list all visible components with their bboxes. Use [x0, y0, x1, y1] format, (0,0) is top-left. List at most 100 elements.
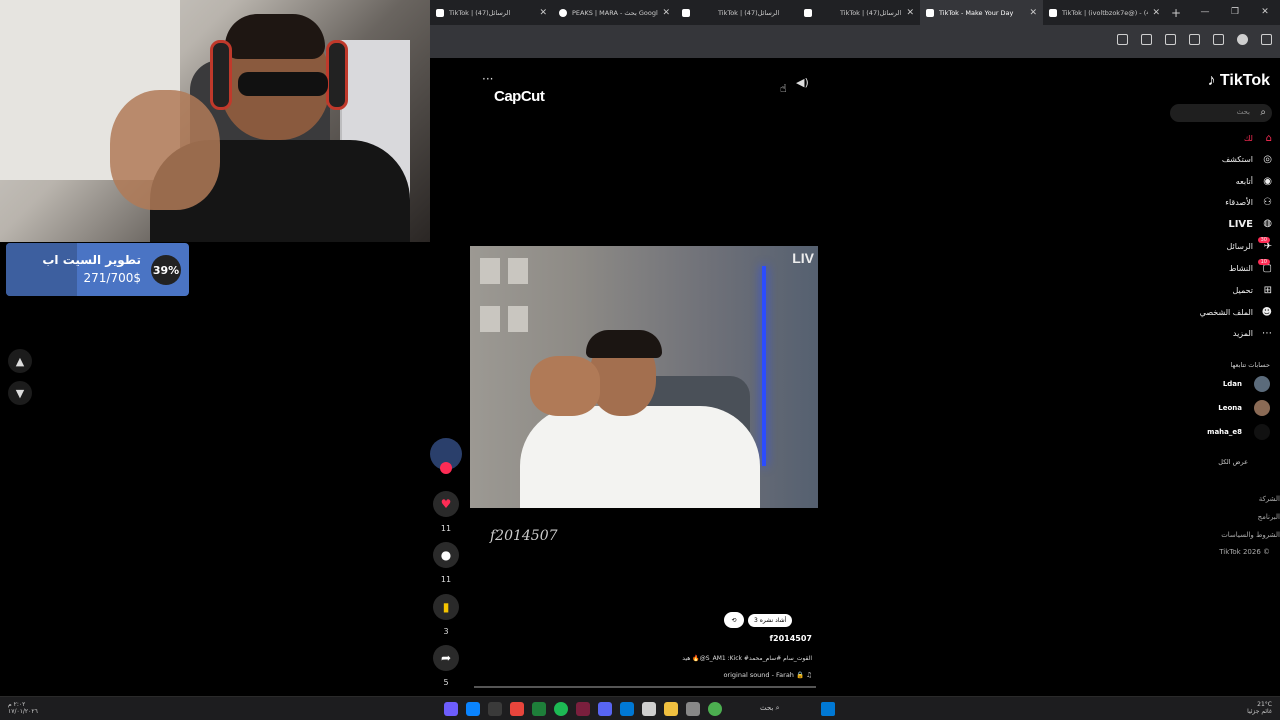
sidebar-item-messages[interactable]: ✈ 30 الرسائل [1170, 237, 1272, 252]
tab-label: TikTok - Make Your Day [939, 8, 1014, 17]
avatar [1254, 400, 1270, 416]
sidebar-item-profile[interactable]: ☻ الملف الشخصي [1170, 307, 1272, 318]
taskbar-weather[interactable]: 21°C غائم جزئيا [1247, 701, 1272, 715]
share-button[interactable]: ➦ [433, 645, 459, 671]
media-control-icon[interactable] [1213, 34, 1224, 45]
see-all-label: عرض الكل [1218, 458, 1248, 466]
following-account[interactable]: Ldan [1170, 376, 1270, 392]
discord-icon[interactable] [444, 702, 458, 716]
follow-check-icon[interactable] [440, 462, 452, 474]
sidebar-item-following[interactable]: ◉ أتابعه [1170, 176, 1272, 187]
browser-tab[interactable]: PEAKS | MARA - بحث Google ✕ [553, 0, 676, 25]
browser-tab[interactable]: TikTok | (47)الرسائل [712, 0, 798, 25]
video-sound[interactable]: original sound - Farah 🔒 ♫ [630, 671, 812, 679]
spotify-icon[interactable] [554, 702, 568, 716]
video-progress-bar[interactable] [474, 686, 816, 688]
close-tab-icon[interactable]: ✕ [1029, 8, 1037, 18]
sidebar-item-upload[interactable]: ⊞ تحميل [1170, 285, 1273, 296]
video-frame[interactable]: LIV [470, 246, 818, 508]
install-app-icon[interactable] [1141, 34, 1152, 45]
chrome-icon[interactable] [510, 702, 524, 716]
store-icon[interactable] [642, 702, 656, 716]
volume-icon[interactable]: ◀) [796, 76, 809, 89]
video-author[interactable]: f2014507 [750, 634, 812, 643]
share-arrow-icon: ➦ [440, 651, 452, 665]
taskbar-app-icons [444, 702, 722, 716]
browser-tab[interactable] [676, 0, 712, 25]
taskbar-search[interactable]: بحث ⌕ [760, 704, 780, 713]
footer-link-company[interactable]: الشركة [1160, 495, 1280, 503]
windows-start-icon[interactable] [821, 702, 835, 716]
sidebar-item-activity[interactable]: ▢ 10 النشاط [1170, 259, 1272, 274]
following-account[interactable]: maha_e8 [1170, 424, 1270, 440]
close-tab-icon[interactable]: ✕ [539, 8, 547, 18]
browser-tab-active[interactable]: TikTok - Make Your Day ✕ [920, 0, 1043, 25]
app-icon[interactable] [598, 702, 612, 716]
following-account[interactable]: Leona [1170, 400, 1270, 416]
following-accounts-title: حسابات تتابعها [1230, 361, 1270, 369]
new-tab-button[interactable]: + [1166, 6, 1186, 20]
close-tab-icon[interactable]: ✕ [906, 8, 914, 18]
browser-edge-icon[interactable] [466, 702, 480, 716]
file-explorer-icon[interactable] [664, 702, 678, 716]
webcam-streamer-hand [110, 90, 220, 210]
more-icon: ⋯ [1262, 328, 1272, 339]
sidebar-item-for-you[interactable]: ⌂ لك [1170, 133, 1272, 144]
repost-pill[interactable]: 3 أشاد نشره [748, 613, 793, 627]
windows-taskbar: ٢:٠٢ م ١٧/٠١/٢٠٢٦ بحث ⌕ 21°C غائم جزئيا [0, 696, 1280, 720]
edge-icon[interactable] [620, 702, 634, 716]
translate-icon[interactable] [1117, 34, 1128, 45]
widgets-icon[interactable] [708, 702, 722, 716]
app-icon[interactable] [686, 702, 700, 716]
sidebar-item-live[interactable]: ◍ LIVE [1170, 218, 1272, 230]
terminal-icon[interactable] [532, 702, 546, 716]
close-tab-icon[interactable]: ✕ [662, 8, 670, 18]
footer-link-terms[interactable]: الشروط والسياسات [1160, 531, 1280, 539]
sidebar-item-explore[interactable]: ◎ استكشف [1170, 154, 1272, 165]
search-input[interactable]: بحث ⌕ [1170, 104, 1272, 122]
like-button[interactable]: ♥ [433, 491, 459, 517]
tiktok-favicon-icon [804, 8, 812, 17]
video-shelf [480, 306, 500, 332]
previous-video-button[interactable]: ▲ [8, 349, 32, 373]
see-all-button[interactable]: عرض الكل [1218, 458, 1270, 466]
toolbar-icons [1117, 34, 1272, 45]
close-tab-icon[interactable]: ✕ [1152, 8, 1160, 18]
creator-avatar[interactable] [430, 438, 462, 474]
goal-progress-fill [6, 243, 78, 296]
save-button[interactable]: ▮ [433, 594, 459, 620]
minimize-button[interactable]: — [1190, 0, 1220, 25]
browser-tab[interactable]: TikTok | (47)الرسائل ✕ [430, 0, 553, 25]
compass-icon: ◎ [1263, 154, 1272, 165]
video-shelf [508, 258, 528, 284]
footer-link-program[interactable]: البرنامج [1160, 513, 1280, 521]
browser-tab[interactable]: TikTok | (ivoltbzok7e@) - (47) ✕ [1043, 0, 1166, 25]
video-person-thobe [520, 406, 760, 508]
google-favicon-icon [559, 8, 567, 17]
sidebar-item-label: الملف الشخصي [1199, 308, 1253, 317]
sidebar-item-friends[interactable]: ⚇ الأصدقاء [1170, 197, 1272, 208]
maximize-button[interactable]: ❐ [1220, 0, 1250, 25]
like-count: 11 [440, 524, 452, 533]
app-icon[interactable] [576, 702, 590, 716]
next-video-button[interactable]: ▼ [8, 381, 32, 405]
profile-avatar-icon[interactable] [1237, 34, 1248, 45]
sidebar-item-more[interactable]: ⋯ المزيد [1170, 328, 1272, 339]
comment-button[interactable]: ● [433, 542, 459, 568]
obs-icon[interactable] [488, 702, 502, 716]
search-icon[interactable]: ⌕ [1260, 107, 1266, 118]
browser-tab[interactable]: TikTok | (47)الرسائل ✕ [834, 0, 920, 25]
tiktok-logo[interactable]: ♪ TikTok [1207, 72, 1270, 90]
repost-icon[interactable]: ⟲ [724, 612, 744, 628]
capcut-watermark: CapCut [494, 88, 545, 105]
taskbar-clock[interactable]: ٢:٠٢ م ١٧/٠١/٢٠٢٦ [8, 701, 38, 715]
weather-text: 21°C غائم جزئيا [1247, 701, 1272, 715]
extensions-icon[interactable] [1189, 34, 1200, 45]
close-window-button[interactable]: ✕ [1250, 0, 1280, 25]
star-icon[interactable] [1165, 34, 1176, 45]
tab-label: TikTok | (ivoltbzok7e@) - (47) [1062, 8, 1149, 17]
taskbar-search-label: بحث [760, 704, 774, 712]
browser-tab[interactable] [798, 0, 834, 25]
more-options-button[interactable]: ··· [482, 72, 493, 86]
browser-menu-icon[interactable] [1261, 34, 1272, 45]
